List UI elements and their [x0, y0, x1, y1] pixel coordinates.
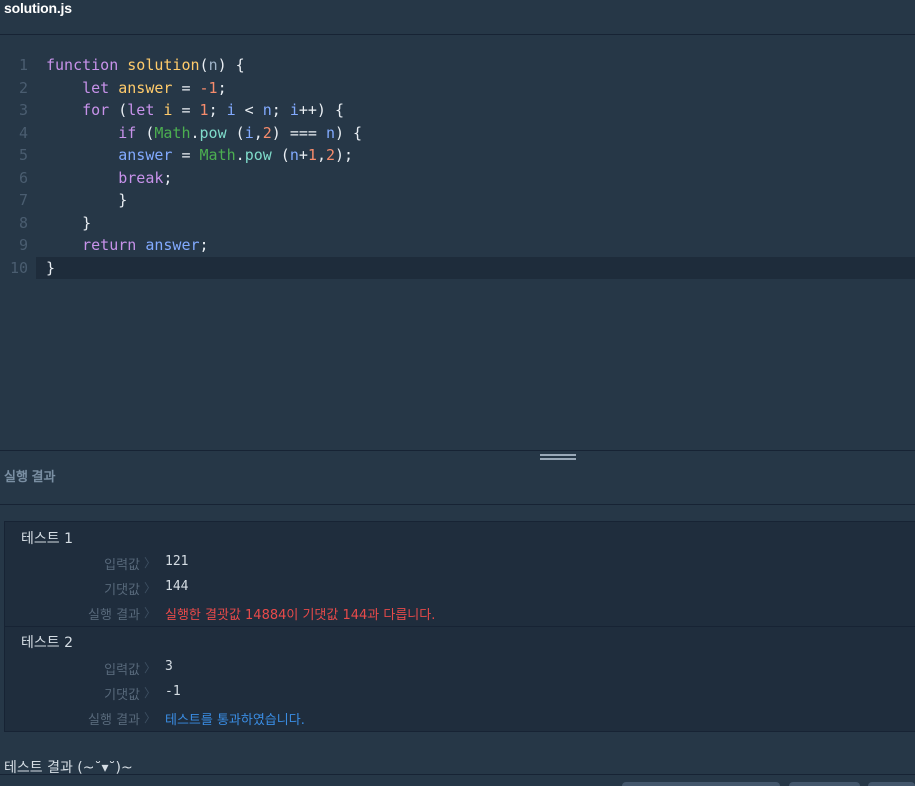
expected-value: 144 [165, 579, 189, 594]
input-row: 입력값 〉 121 [5, 554, 915, 574]
chevron-right-icon: 〉 [144, 686, 157, 700]
results-divider [0, 504, 915, 505]
result-row: 실행 결과 〉 테스트를 통과하였습니다. [5, 709, 915, 729]
line-number: 3 [18, 101, 28, 119]
input-value: 121 [165, 554, 189, 569]
results-panel: 테스트 1 입력값 〉 121 기댓값 〉 144 실행 결과 〉 실행한 결괏… [4, 521, 915, 732]
chevron-right-icon: 〉 [144, 606, 157, 620]
result-row: 실행 결과 〉 실행한 결괏값 14884이 기댓값 144과 다릅니다. [5, 604, 915, 624]
action-button[interactable] [868, 782, 915, 786]
input-row: 입력값 〉 3 [5, 659, 915, 679]
code-line[interactable]: 8 } [0, 212, 915, 235]
input-value: 3 [165, 659, 173, 674]
code-text: } [46, 213, 92, 232]
code-line[interactable]: 7 } [0, 189, 915, 212]
line-number: 8 [18, 213, 28, 232]
code-text: for (let i = 1; i < n; i++) { [82, 101, 345, 119]
code-line[interactable]: 10} [10, 256, 915, 279]
result-label: 실행 결과 [88, 713, 140, 728]
line-number: 1 [18, 56, 28, 74]
chevron-right-icon: 〉 [144, 581, 157, 595]
expected-label: 기댓값 [104, 583, 140, 598]
chevron-right-icon: 〉 [144, 556, 157, 570]
line-number: 6 [18, 168, 28, 187]
result-label: 실행 결과 [88, 608, 140, 623]
expected-label: 기댓값 [104, 688, 140, 703]
input-label: 입력값 [104, 663, 140, 678]
code-text: } [46, 191, 128, 209]
code-text: return answer; [82, 236, 209, 254]
bottom-divider [0, 774, 915, 775]
input-label: 입력값 [104, 558, 140, 573]
code-text: if (Math.pow (i,2) === n) { [118, 123, 363, 142]
code-line[interactable]: 1 function solution(n) { [0, 54, 915, 77]
line-number: 5 [18, 146, 28, 164]
line-number: 10 [9, 258, 28, 277]
action-button[interactable] [622, 782, 780, 786]
expected-value: -1 [165, 684, 181, 699]
expected-row: 기댓값 〉 144 [5, 579, 915, 599]
code-line[interactable]: 9 return answer; [0, 234, 915, 257]
editor-divider [0, 450, 915, 451]
line-number: 9 [18, 236, 28, 254]
code-line[interactable]: 4 if (Math.pow (i,2) === n) { [0, 122, 915, 145]
code-line[interactable]: 5 answer = Math.pow (n+1,2); [0, 144, 915, 167]
test-title: 테스트 2 [21, 635, 73, 651]
line-number: 2 [18, 78, 28, 97]
code-text: answer = Math.pow (n+1,2); [118, 146, 354, 164]
code-line[interactable]: 2 let answer = -1; [0, 77, 915, 100]
line-number: 4 [18, 123, 28, 142]
code-editor[interactable]: 1 function solution(n) { 2 let answer = -1… [0, 36, 915, 450]
chevron-right-icon: 〉 [144, 711, 157, 725]
result-value: 실행한 결괏값 14884이 기댓값 144과 다릅니다. [165, 608, 436, 623]
test-case: 테스트 2 입력값 〉 3 기댓값 〉 -1 실행 결과 〉 테스트를 통과하였… [5, 626, 915, 732]
code-text: } [46, 258, 56, 277]
results-header: 실행 결과 [4, 469, 56, 484]
file-tab[interactable]: solution.js [4, 0, 72, 18]
code-text: break; [118, 168, 173, 187]
code-text: let answer = -1; [82, 78, 227, 97]
expected-row: 기댓값 〉 -1 [5, 684, 915, 704]
code-line[interactable]: 3 for (let i = 1; i < n; i++) { [0, 99, 915, 122]
line-number: 7 [18, 191, 28, 209]
code-text: function solution(n) { [46, 56, 245, 74]
resize-handle[interactable] [540, 454, 576, 464]
test-case: 테스트 1 입력값 〉 121 기댓값 〉 144 실행 결과 〉 실행한 결괏… [5, 522, 915, 626]
code-line[interactable]: 6 break; [0, 167, 915, 190]
result-value: 테스트를 통과하였습니다. [165, 713, 305, 728]
test-title: 테스트 1 [21, 531, 73, 547]
chevron-right-icon: 〉 [144, 661, 157, 675]
file-header: solution.js [0, 0, 915, 35]
action-button[interactable] [789, 782, 860, 786]
